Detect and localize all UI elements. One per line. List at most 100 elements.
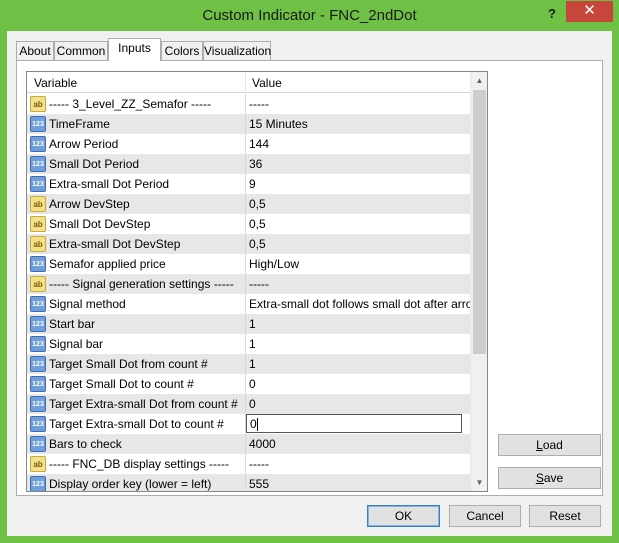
row-value[interactable]: 0,5 [249, 237, 266, 251]
string-type-icon: ab [30, 216, 46, 232]
tab-about[interactable]: About [16, 41, 54, 61]
number-type-icon: 123 [30, 316, 46, 332]
ok-button[interactable]: OK [367, 505, 440, 527]
row-value[interactable]: 36 [249, 157, 262, 171]
row-value[interactable]: 0,5 [249, 197, 266, 211]
row-variable-name: ----- Signal generation settings ----- [49, 277, 234, 291]
row-value[interactable]: 0 [249, 397, 256, 411]
row-column-separator [245, 394, 246, 414]
row-column-separator [245, 454, 246, 474]
title-bar: Custom Indicator - FNC_2ndDot ? ✕ [0, 0, 619, 31]
row-value[interactable]: 1 [249, 337, 256, 351]
grid-row[interactable]: ab Small Dot DevStep 0,5 [27, 214, 470, 234]
row-value[interactable]: 0,5 [249, 217, 266, 231]
row-value[interactable]: 144 [249, 137, 269, 151]
tab-colors[interactable]: Colors [161, 41, 203, 61]
row-value[interactable]: ----- [249, 277, 269, 291]
grid-row[interactable]: 123 TimeFrame 15 Minutes [27, 114, 470, 134]
row-value[interactable]: Extra-small dot follows small dot after … [249, 297, 481, 311]
number-type-icon: 123 [30, 136, 46, 152]
dialog-client-area: About Common Inputs Colors Visualization… [7, 31, 612, 536]
window-frame-bottom [0, 536, 619, 543]
window-title: Custom Indicator - FNC_2ndDot [202, 7, 417, 24]
row-value[interactable]: 1 [249, 357, 256, 371]
row-variable-name: Small Dot DevStep [49, 217, 151, 231]
reset-button[interactable]: Reset [529, 505, 601, 527]
row-value[interactable]: 15 Minutes [249, 117, 308, 131]
row-column-separator [245, 274, 246, 294]
number-type-icon: 123 [30, 296, 46, 312]
grid-row[interactable]: 123 Arrow Period 144 [27, 134, 470, 154]
row-value[interactable]: High/Low [249, 257, 299, 271]
row-variable-name: Semafor applied price [49, 257, 166, 271]
row-column-separator [245, 334, 246, 354]
string-type-icon: ab [30, 276, 46, 292]
row-column-separator [245, 234, 246, 254]
tab-visualization[interactable]: Visualization [203, 41, 271, 61]
help-button[interactable]: ? [542, 4, 562, 24]
row-value[interactable]: ----- [249, 97, 269, 111]
row-column-separator [245, 374, 246, 394]
inputs-grid: Variable Value ab ----- 3_Level_ZZ_Semafo… [26, 71, 488, 492]
number-type-icon: 123 [30, 116, 46, 132]
grid-row[interactable]: ab ----- Signal generation settings -----… [27, 274, 470, 294]
column-header-variable[interactable]: Variable [34, 76, 77, 90]
row-value[interactable]: 555 [249, 477, 269, 491]
row-column-separator [245, 474, 246, 491]
save-button[interactable]: Save [498, 467, 601, 489]
tab-inputs[interactable]: Inputs [108, 38, 161, 61]
row-value[interactable]: ----- [249, 457, 269, 471]
row-value[interactable]: 9 [249, 177, 256, 191]
grid-row[interactable]: 123 Target Extra-small Dot to count # 0 [27, 414, 470, 434]
row-variable-name: ----- 3_Level_ZZ_Semafor ----- [49, 97, 212, 111]
grid-row[interactable]: 123 Extra-small Dot Period 9 [27, 174, 470, 194]
row-value: 0 [250, 417, 257, 431]
string-type-icon: ab [30, 96, 46, 112]
grid-row[interactable]: 123 Display order key (lower = left) 555 [27, 474, 470, 491]
number-type-icon: 123 [30, 476, 46, 491]
number-type-icon: 123 [30, 356, 46, 372]
row-value[interactable]: 0 [249, 377, 256, 391]
value-edit-field[interactable]: 0 [246, 414, 462, 433]
tab-common[interactable]: Common [54, 41, 108, 61]
row-variable-name: TimeFrame [49, 117, 110, 131]
grid-vertical-scrollbar[interactable]: ▲ ▼ [470, 72, 487, 491]
grid-row[interactable]: 123 Signal method Extra-small dot follows … [27, 294, 481, 314]
column-header-value[interactable]: Value [252, 76, 282, 90]
number-type-icon: 123 [30, 176, 46, 192]
row-variable-name: Arrow DevStep [49, 197, 130, 211]
grid-row[interactable]: 123 Bars to check 4000 [27, 434, 470, 454]
row-column-separator [245, 314, 246, 334]
grid-row[interactable]: ab ----- FNC_DB display settings ----- ---… [27, 454, 470, 474]
grid-row[interactable]: 123 Semafor applied price High/Low [27, 254, 470, 274]
scroll-down-icon[interactable]: ▼ [471, 474, 487, 491]
grid-row[interactable]: 123 Start bar 1 [27, 314, 470, 334]
row-column-separator [245, 174, 246, 194]
row-variable-name: Target Extra-small Dot from count # [49, 397, 238, 411]
inputs-panel: Variable Value ab ----- 3_Level_ZZ_Semafo… [16, 60, 603, 496]
row-column-separator [245, 154, 246, 174]
grid-row[interactable]: 123 Target Extra-small Dot from count # 0 [27, 394, 470, 414]
grid-row[interactable]: ab Arrow DevStep 0,5 [27, 194, 470, 214]
grid-row[interactable]: 123 Signal bar 1 [27, 334, 470, 354]
grid-row[interactable]: 123 Target Small Dot from count # 1 [27, 354, 470, 374]
row-variable-name: Extra-small Dot Period [49, 177, 170, 191]
row-column-separator [245, 254, 246, 274]
grid-row[interactable]: ab ----- 3_Level_ZZ_Semafor ----- ----- [27, 94, 470, 114]
number-type-icon: 123 [30, 396, 46, 412]
scrollbar-thumb[interactable] [473, 90, 486, 354]
window-frame-left [0, 31, 7, 543]
load-button[interactable]: Load [498, 434, 601, 456]
row-value[interactable]: 1 [249, 317, 256, 331]
number-type-icon: 123 [30, 156, 46, 172]
grid-row[interactable]: 123 Small Dot Period 36 [27, 154, 470, 174]
number-type-icon: 123 [30, 336, 46, 352]
grid-row[interactable]: ab Extra-small Dot DevStep 0,5 [27, 234, 470, 254]
row-value[interactable]: 4000 [249, 437, 276, 451]
grid-row[interactable]: 123 Target Small Dot to count # 0 [27, 374, 470, 394]
close-button[interactable]: ✕ [566, 1, 613, 22]
scroll-up-icon[interactable]: ▲ [471, 72, 487, 89]
row-column-separator [245, 114, 246, 134]
cancel-button[interactable]: Cancel [449, 505, 521, 527]
row-variable-name: Small Dot Period [49, 157, 140, 171]
